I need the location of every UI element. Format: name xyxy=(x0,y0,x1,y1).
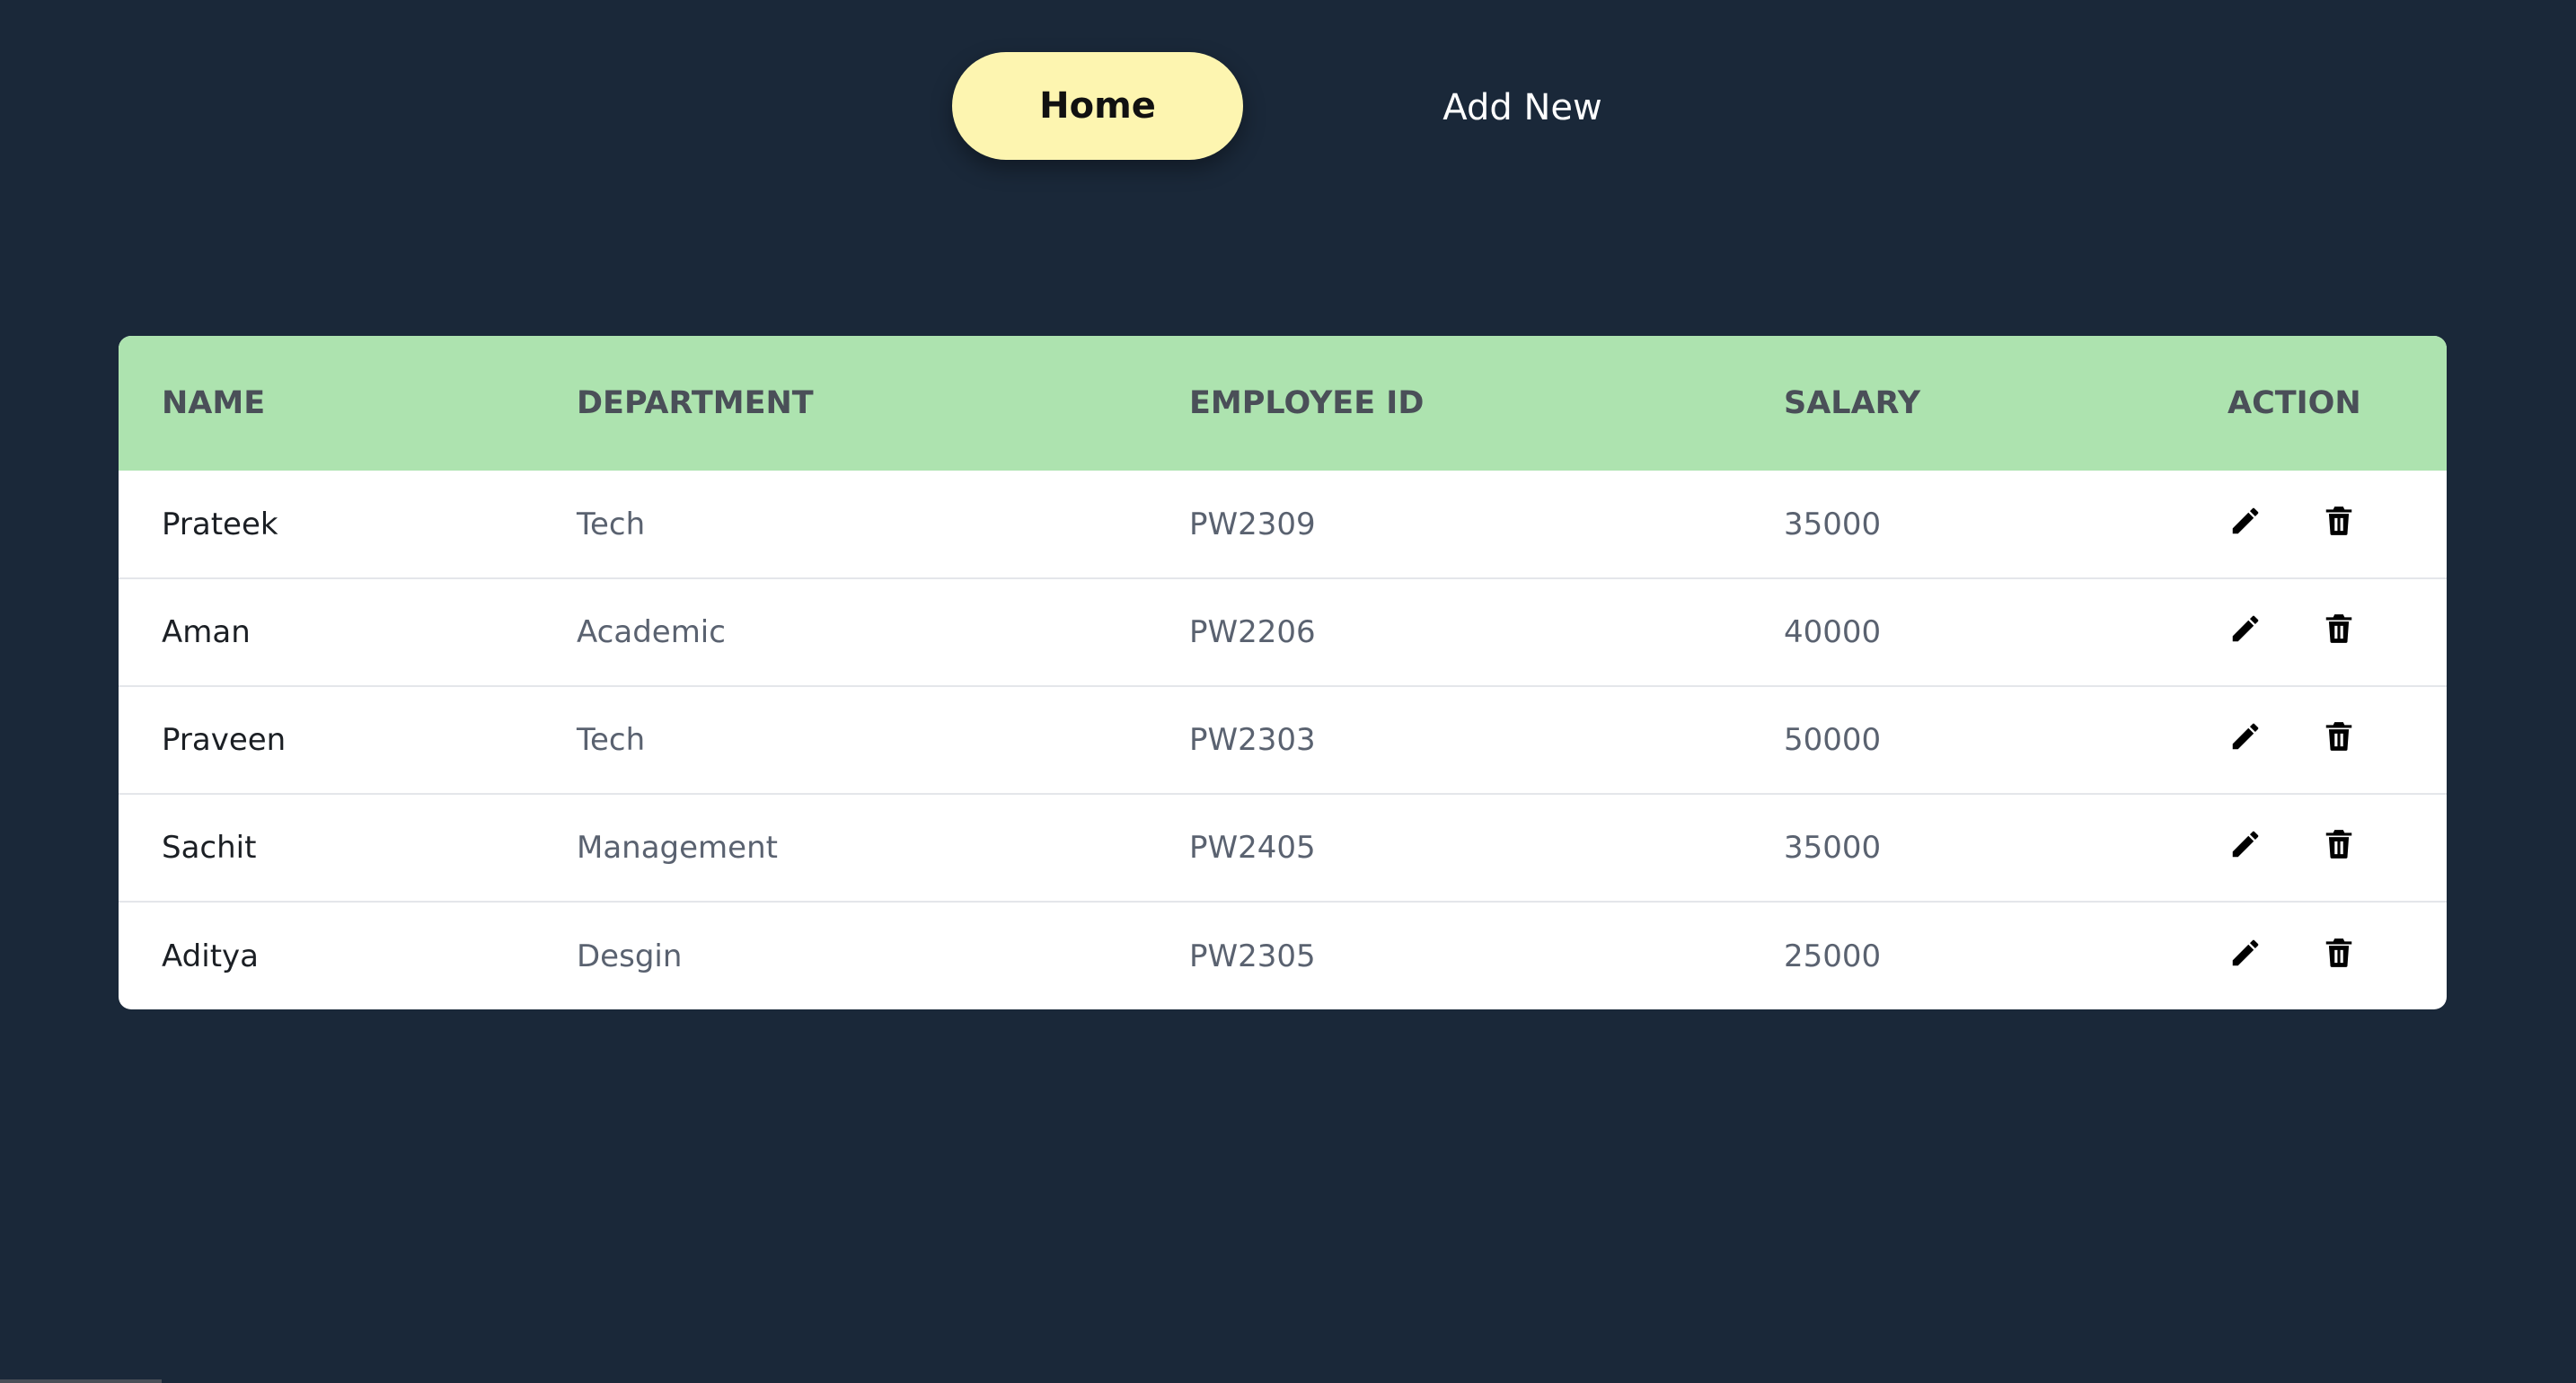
row-actions xyxy=(2228,611,2447,647)
cell-action xyxy=(2184,471,2447,578)
cell-department: Academic xyxy=(577,614,726,650)
table-row: Sachit Management PW2405 35000 xyxy=(119,794,2447,902)
pencil-icon[interactable] xyxy=(2228,935,2263,971)
header-department: DEPARTMENT xyxy=(577,385,814,421)
header-employee-id: EMPLOYEE ID xyxy=(1189,385,1425,421)
employee-table: NAME DEPARTMENT EMPLOYEE ID SALARY ACTIO… xyxy=(119,336,2447,1009)
row-actions xyxy=(2228,935,2447,971)
cell-employee-id: PW2305 xyxy=(1189,938,1316,974)
cell-action xyxy=(2184,902,2447,1009)
row-actions xyxy=(2228,826,2447,862)
table-header: NAME DEPARTMENT EMPLOYEE ID SALARY ACTIO… xyxy=(119,336,2447,471)
cell-name: Aditya xyxy=(162,938,259,974)
cell-name: Sachit xyxy=(162,830,257,866)
cell-name: Prateek xyxy=(162,506,278,542)
header-salary: SALARY xyxy=(1784,385,1921,421)
nav-home-button[interactable]: Home xyxy=(952,52,1243,160)
cell-salary: 35000 xyxy=(1784,506,1882,542)
trash-icon[interactable] xyxy=(2321,718,2357,754)
pencil-icon[interactable] xyxy=(2228,611,2263,647)
table-row: Praveen Tech PW2303 50000 xyxy=(119,686,2447,794)
cell-salary: 35000 xyxy=(1784,830,1882,866)
cell-department: Tech xyxy=(577,506,646,542)
table-header-row: NAME DEPARTMENT EMPLOYEE ID SALARY ACTIO… xyxy=(119,336,2447,471)
cell-employee-id: PW2309 xyxy=(1189,506,1316,542)
cell-action xyxy=(2184,578,2447,686)
cell-name: Aman xyxy=(162,614,251,650)
employee-table-card: NAME DEPARTMENT EMPLOYEE ID SALARY ACTIO… xyxy=(119,336,2447,1009)
cell-salary: 40000 xyxy=(1784,614,1882,650)
pencil-icon[interactable] xyxy=(2228,503,2263,539)
trash-icon[interactable] xyxy=(2321,503,2357,539)
header-action: ACTION xyxy=(2228,385,2361,421)
cell-name: Praveen xyxy=(162,722,287,758)
trash-icon[interactable] xyxy=(2321,935,2357,971)
table-body: Prateek Tech PW2309 35000 Aman Academic … xyxy=(119,471,2447,1009)
table-row: Aditya Desgin PW2305 25000 xyxy=(119,902,2447,1009)
header-name: NAME xyxy=(162,385,266,421)
cell-action xyxy=(2184,686,2447,794)
pencil-icon[interactable] xyxy=(2228,718,2263,754)
cell-salary: 25000 xyxy=(1784,938,1882,974)
row-actions xyxy=(2228,503,2447,539)
cell-employee-id: PW2405 xyxy=(1189,830,1316,866)
cell-employee-id: PW2206 xyxy=(1189,614,1316,650)
cell-department: Tech xyxy=(577,722,646,758)
top-nav: Home Add New xyxy=(0,0,2576,180)
table-row: Aman Academic PW2206 40000 xyxy=(119,578,2447,686)
row-actions xyxy=(2228,718,2447,754)
cell-department: Management xyxy=(577,830,778,866)
cell-salary: 50000 xyxy=(1784,722,1882,758)
trash-icon[interactable] xyxy=(2321,611,2357,647)
cell-department: Desgin xyxy=(577,938,683,974)
table-row: Prateek Tech PW2309 35000 xyxy=(119,471,2447,578)
cell-action xyxy=(2184,794,2447,902)
pencil-icon[interactable] xyxy=(2228,826,2263,862)
horizontal-scrollbar[interactable] xyxy=(0,1379,162,1383)
trash-icon[interactable] xyxy=(2321,826,2357,862)
cell-employee-id: PW2303 xyxy=(1189,722,1316,758)
nav-add-new-button[interactable]: Add New xyxy=(1401,52,1644,163)
